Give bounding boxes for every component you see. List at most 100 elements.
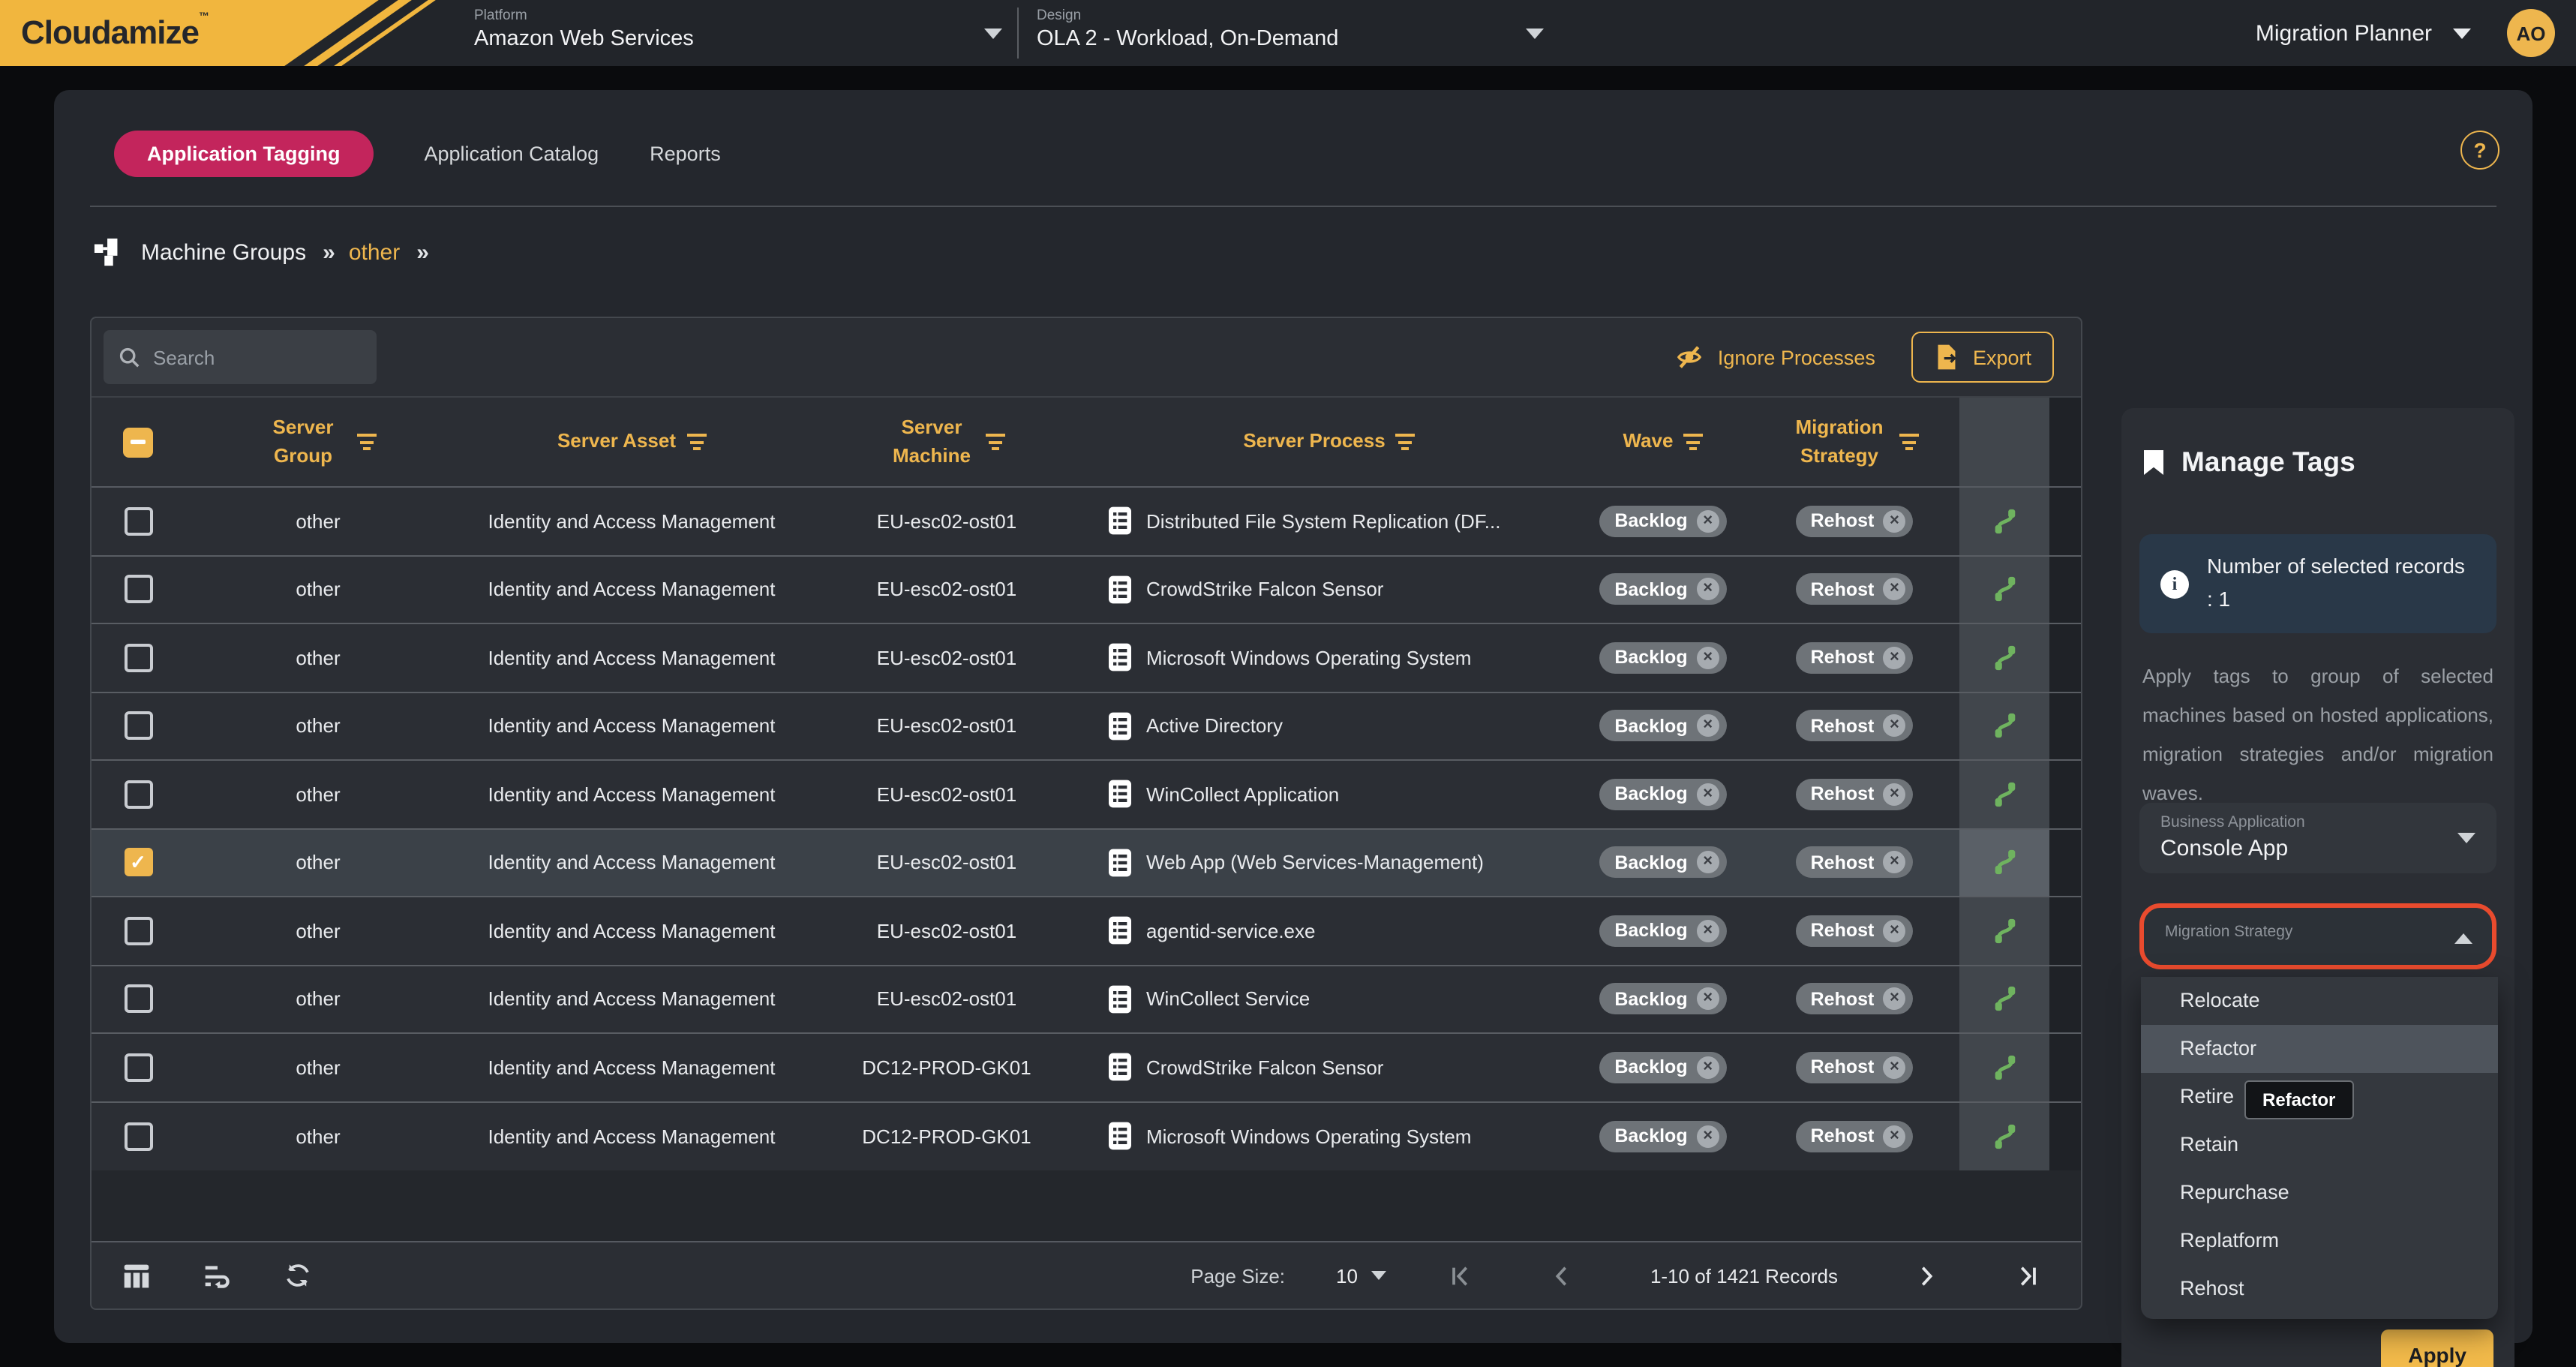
remove-tag-icon[interactable]: × <box>1883 920 1905 942</box>
connector-cell[interactable] <box>1959 829 2049 896</box>
breadcrumb-current[interactable]: other <box>349 239 400 265</box>
row-checkbox[interactable] <box>124 644 152 672</box>
wave-tag[interactable]: Backlog× <box>1599 1052 1726 1083</box>
row-checkbox[interactable] <box>124 712 152 741</box>
wave-tag[interactable]: Backlog× <box>1599 1121 1726 1152</box>
row-checkbox[interactable] <box>124 507 152 536</box>
col-server-process[interactable]: Server Process <box>1082 398 1577 486</box>
remove-tag-icon[interactable]: × <box>1697 510 1719 533</box>
wave-tag[interactable]: Backlog× <box>1599 779 1726 810</box>
strategy-option-relocate[interactable]: Relocate <box>2141 977 2498 1025</box>
breadcrumb-root[interactable]: Machine Groups <box>141 239 306 265</box>
row-checkbox[interactable] <box>124 917 152 945</box>
wave-tag[interactable]: Backlog× <box>1599 574 1726 605</box>
remove-tag-icon[interactable]: × <box>1883 715 1905 738</box>
remove-tag-icon[interactable]: × <box>1883 988 1905 1011</box>
help-button[interactable]: ? <box>2460 131 2499 170</box>
connector-cell[interactable] <box>1959 1102 2049 1170</box>
remove-tag-icon[interactable]: × <box>1883 783 1905 806</box>
migration-strategy-tag[interactable]: Rehost× <box>1796 574 1914 605</box>
remove-tag-icon[interactable]: × <box>1697 715 1719 738</box>
remove-tag-icon[interactable]: × <box>1697 920 1719 942</box>
row-checkbox[interactable]: ✓ <box>124 849 152 877</box>
migration-strategy-tag[interactable]: Rehost× <box>1796 779 1914 810</box>
connector-cell[interactable] <box>1959 966 2049 1032</box>
wave-tag[interactable]: Backlog× <box>1599 915 1726 947</box>
migration-strategy-tag[interactable]: Rehost× <box>1796 711 1914 742</box>
apply-button[interactable]: Apply <box>2381 1329 2493 1367</box>
remove-tag-icon[interactable]: × <box>1883 510 1905 533</box>
col-server-group[interactable]: Server Group <box>185 398 452 486</box>
migration-strategy-tag[interactable]: Rehost× <box>1796 1052 1914 1083</box>
filter-icon[interactable] <box>1396 434 1416 450</box>
remove-tag-icon[interactable]: × <box>1883 1056 1905 1079</box>
col-wave[interactable]: Wave <box>1577 398 1749 486</box>
col-server-machine[interactable]: Server Machine <box>812 398 1082 486</box>
connector-cell[interactable] <box>1959 693 2049 759</box>
page-size-select[interactable]: 10 <box>1336 1264 1386 1287</box>
remove-tag-icon[interactable]: × <box>1697 783 1719 806</box>
tab-application-tagging[interactable]: Application Tagging <box>114 130 374 176</box>
remove-tag-icon[interactable]: × <box>1697 988 1719 1011</box>
product-menu[interactable]: Migration Planner <box>2256 20 2471 46</box>
connector-cell[interactable] <box>1959 556 2049 623</box>
refresh-icon[interactable] <box>284 1260 312 1290</box>
ignore-processes-button[interactable]: Ignore Processes <box>1674 342 1875 372</box>
remove-tag-icon[interactable]: × <box>1883 647 1905 669</box>
strategy-option-repurchase[interactable]: Repurchase <box>2141 1169 2498 1217</box>
remove-tag-icon[interactable]: × <box>1883 578 1905 601</box>
migration-strategy-tag[interactable]: Rehost× <box>1796 642 1914 674</box>
filter-icon[interactable] <box>686 434 706 450</box>
strategy-option-replatform[interactable]: Replatform <box>2141 1217 2498 1265</box>
col-server-asset[interactable]: Server Asset <box>452 398 812 486</box>
remove-tag-icon[interactable]: × <box>1697 852 1719 874</box>
remove-tag-icon[interactable]: × <box>1697 647 1719 669</box>
connector-cell[interactable] <box>1959 624 2049 691</box>
wave-tag[interactable]: Backlog× <box>1599 642 1726 674</box>
wave-tag[interactable]: Backlog× <box>1599 847 1726 879</box>
tab-application-catalog[interactable]: Application Catalog <box>425 142 599 164</box>
last-page-button[interactable] <box>2013 1263 2039 1288</box>
remove-tag-icon[interactable]: × <box>1697 1056 1719 1079</box>
connector-cell[interactable] <box>1959 761 2049 828</box>
platform-select[interactable]: Platform Amazon Web Services <box>474 0 1008 66</box>
migration-strategy-select[interactable]: Migration Strategy <box>2139 903 2496 969</box>
remove-tag-icon[interactable]: × <box>1697 578 1719 601</box>
connector-cell[interactable] <box>1959 897 2049 964</box>
next-page-button[interactable] <box>1916 1263 1938 1288</box>
row-checkbox[interactable] <box>124 575 152 604</box>
remove-tag-icon[interactable]: × <box>1883 1125 1905 1148</box>
tab-reports[interactable]: Reports <box>650 142 721 164</box>
business-application-select[interactable]: Business Application Console App <box>2139 803 2496 873</box>
user-avatar[interactable]: AO <box>2507 9 2555 57</box>
filter-icon[interactable] <box>986 434 1005 450</box>
strategy-option-rehost[interactable]: Rehost <box>2141 1265 2498 1313</box>
migration-strategy-tag[interactable]: Rehost× <box>1796 506 1914 537</box>
filter-icon[interactable] <box>1683 434 1703 450</box>
select-all-checkbox[interactable] <box>123 427 153 457</box>
wave-tag[interactable]: Backlog× <box>1599 984 1726 1015</box>
row-checkbox[interactable] <box>124 1122 152 1151</box>
connector-cell[interactable] <box>1959 1034 2049 1101</box>
migration-strategy-tag[interactable]: Rehost× <box>1796 915 1914 947</box>
connector-cell[interactable] <box>1959 488 2049 554</box>
col-migration-strategy[interactable]: Migration Strategy <box>1749 398 1959 486</box>
columns-icon[interactable] <box>122 1261 152 1290</box>
strategy-option-refactor[interactable]: Refactor <box>2141 1025 2498 1073</box>
design-select[interactable]: Design OLA 2 - Workload, On-Demand <box>1037 0 1550 66</box>
row-checkbox[interactable] <box>124 985 152 1014</box>
first-page-button[interactable] <box>1449 1263 1475 1288</box>
migration-strategy-tag[interactable]: Rehost× <box>1796 1121 1914 1152</box>
cloudamize-logo[interactable]: Cloudamize™ <box>0 0 450 66</box>
remove-tag-icon[interactable]: × <box>1883 852 1905 874</box>
previous-page-button[interactable] <box>1550 1263 1572 1288</box>
search-input[interactable] <box>153 346 348 368</box>
wave-tag[interactable]: Backlog× <box>1599 711 1726 742</box>
export-button[interactable]: Export <box>1911 332 2054 383</box>
filter-icon[interactable] <box>1899 434 1919 450</box>
search-input-wrapper[interactable] <box>104 330 377 384</box>
row-checkbox[interactable] <box>124 780 152 809</box>
migration-strategy-tag[interactable]: Rehost× <box>1796 847 1914 879</box>
remove-tag-icon[interactable]: × <box>1697 1125 1719 1148</box>
strategy-option-retain[interactable]: Retain <box>2141 1121 2498 1169</box>
